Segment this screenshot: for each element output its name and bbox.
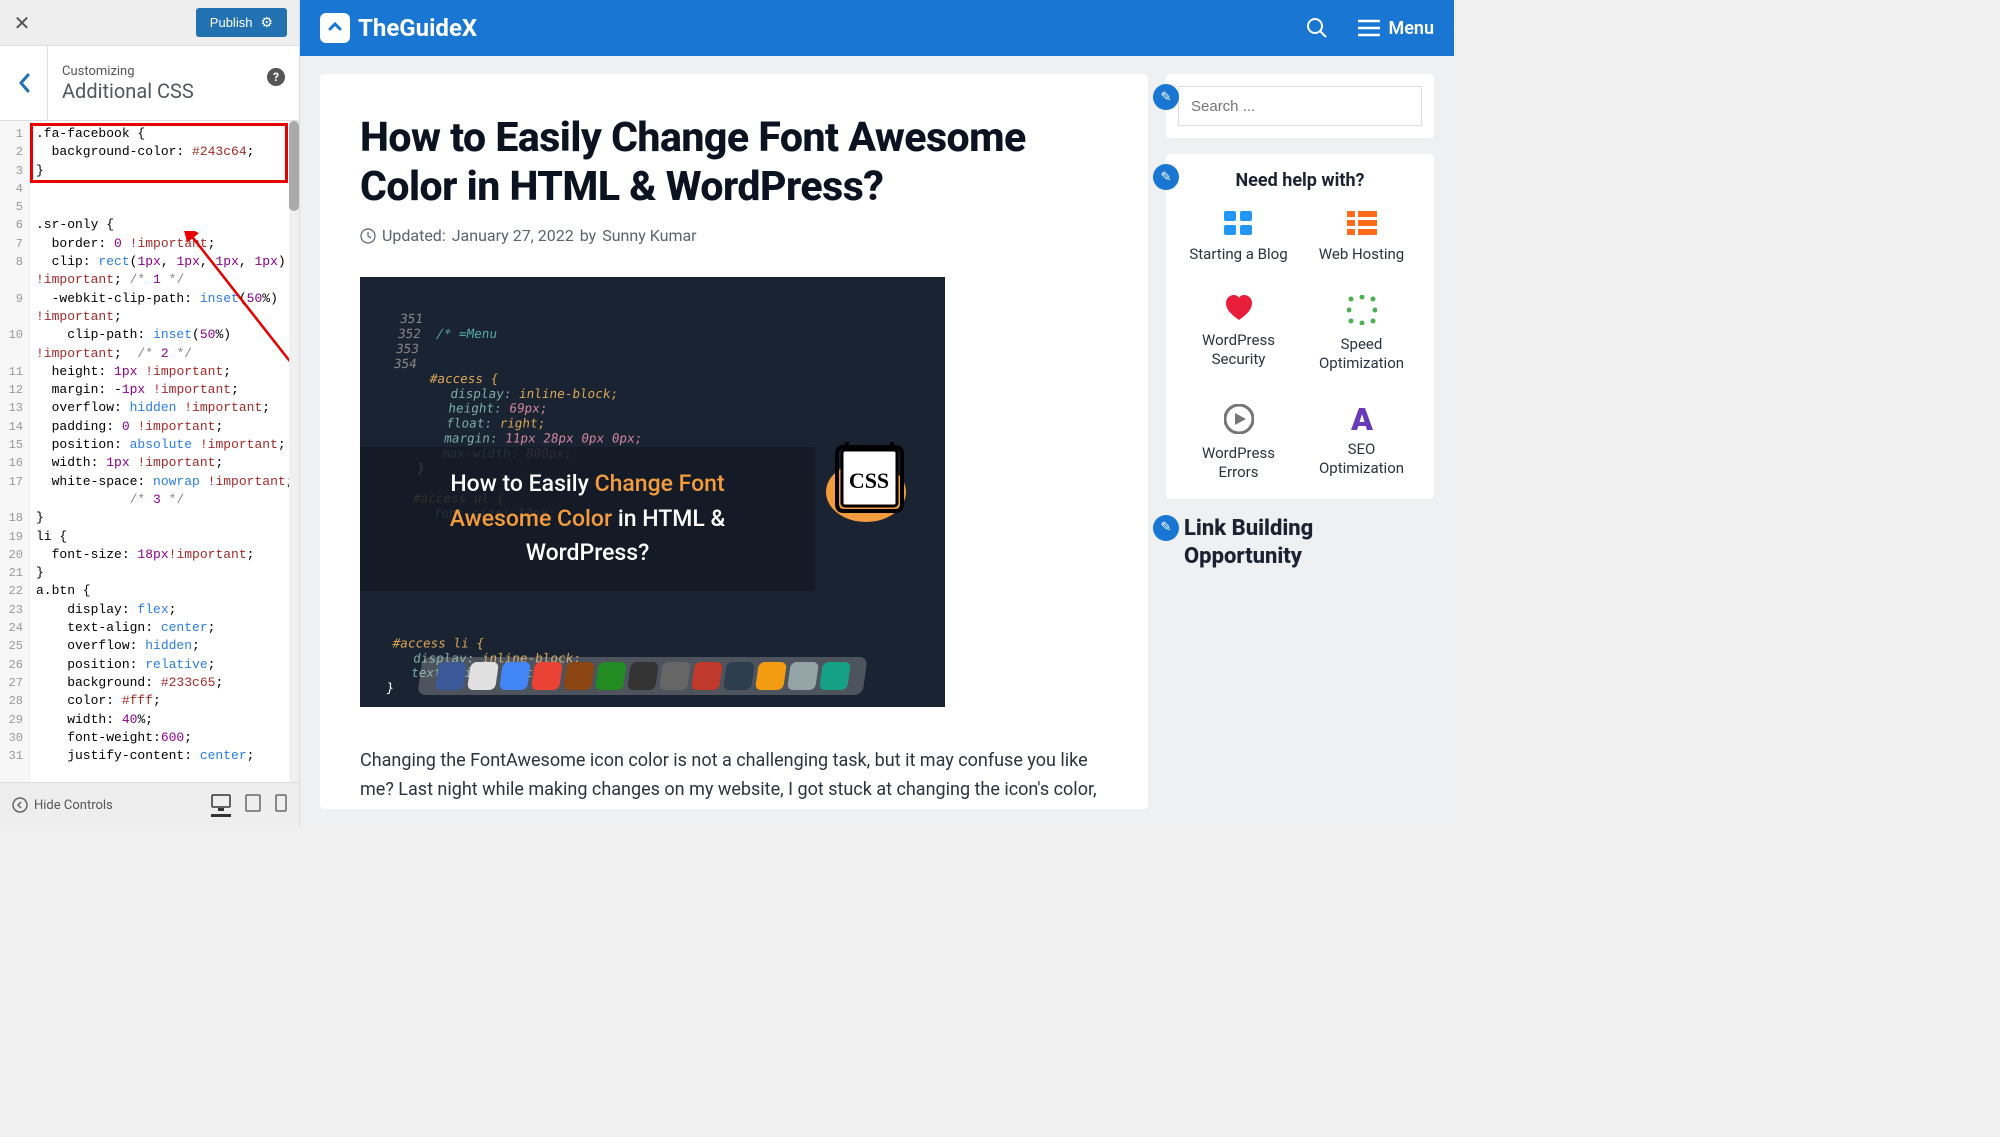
svg-text:CSS: CSS [849,468,889,493]
help-item-label: SEO Optimization [1305,440,1418,479]
search-input[interactable] [1178,86,1422,126]
main-content: How to Easily Change Font Awesome Color … [320,74,1148,809]
help-widget-title: Need help with? [1182,170,1418,191]
edit-shortcut-icon[interactable]: ✎ [1153,84,1179,110]
customizer-footer: Hide Controls [0,782,299,827]
logo-icon [320,13,350,43]
help-item-icon [1224,295,1254,321]
link-widget-title: Link Building Opportunity [1184,515,1434,572]
search-icon [1306,17,1328,39]
help-item[interactable]: Speed Optimization [1305,295,1418,374]
tablet-preview-icon[interactable] [245,794,261,817]
help-item-icon [1347,295,1377,325]
customizer-sidebar: ✕ Publish ⚙ Customizing Additional CSS ?… [0,0,300,827]
preview-sidebar: ✎ ✎ Need help with? Starting a BlogWeb H… [1166,74,1434,809]
help-item-icon [1347,211,1377,235]
link-building-widget: ✎ Link Building Opportunity [1166,515,1434,572]
scrollbar-track [289,121,299,782]
close-button[interactable]: ✕ [12,13,32,33]
search-toggle[interactable] [1306,17,1328,39]
scrollbar-thumb[interactable] [289,121,299,211]
help-item[interactable]: Web Hosting [1305,211,1418,265]
customizing-label: Customizing [62,64,285,79]
device-preview-icons [211,794,287,817]
preview-pane: TheGuideX Menu How to Easily Change Font… [300,0,1454,827]
post-title: How to Easily Change Font Awesome Color … [360,114,1108,212]
hamburger-icon [1358,19,1380,37]
hide-controls-button[interactable]: Hide Controls [12,797,113,813]
site-logo[interactable]: TheGuideX [320,13,477,43]
post-body: Changing the FontAwesome icon color is n… [360,747,1108,809]
css-badge-icon: CSS [817,442,915,530]
help-icon[interactable]: ? [267,68,285,86]
author-link[interactable]: Sunny Kumar [602,226,696,245]
mobile-preview-icon[interactable] [275,794,287,817]
post-meta: Updated: January 27, 2022 by Sunny Kumar [360,226,1108,245]
desktop-preview-icon[interactable] [211,794,231,817]
dock-bar [417,657,867,695]
featured-image: 351 352 /* =Menu 353 354 #access { displ… [360,277,945,707]
help-item-label: Web Hosting [1319,245,1404,265]
help-item-label: Starting a Blog [1189,245,1287,265]
help-item-icon [1224,404,1254,434]
help-item[interactable]: WordPress Errors [1182,404,1295,483]
help-item[interactable]: SEO Optimization [1305,404,1418,483]
help-item-label: WordPress Errors [1182,444,1295,483]
help-item-icon [1224,211,1254,235]
help-item[interactable]: WordPress Security [1182,295,1295,374]
help-item-label: Speed Optimization [1305,335,1418,374]
gear-icon: ⚙ [260,14,273,31]
css-editor[interactable]: 1234567891011121314151617181920212223242… [0,121,299,782]
site-header: TheGuideX Menu [300,0,1454,56]
collapse-icon [12,797,28,813]
edit-shortcut-icon[interactable]: ✎ [1153,515,1179,541]
back-button[interactable] [0,46,48,120]
help-widget: ✎ Need help with? Starting a BlogWeb Hos… [1166,154,1434,499]
section-title: Additional CSS [62,79,285,103]
clock-icon [360,228,376,244]
help-item[interactable]: Starting a Blog [1182,211,1295,265]
help-item-icon [1347,404,1377,430]
search-widget: ✎ [1166,74,1434,138]
customizer-topbar: ✕ Publish ⚙ [0,0,299,46]
customizer-header: Customizing Additional CSS ? [0,46,299,121]
publish-button[interactable]: Publish ⚙ [196,8,287,37]
code-body[interactable]: .fa-facebook { background-color: #243c64… [30,121,299,782]
help-item-label: WordPress Security [1182,331,1295,370]
edit-shortcut-icon[interactable]: ✎ [1153,164,1179,190]
menu-toggle[interactable]: Menu [1358,18,1434,39]
site-name: TheGuideX [358,14,477,42]
publish-label: Publish [210,15,253,30]
menu-label: Menu [1388,18,1434,39]
line-numbers: 1234567891011121314151617181920212223242… [0,121,30,782]
